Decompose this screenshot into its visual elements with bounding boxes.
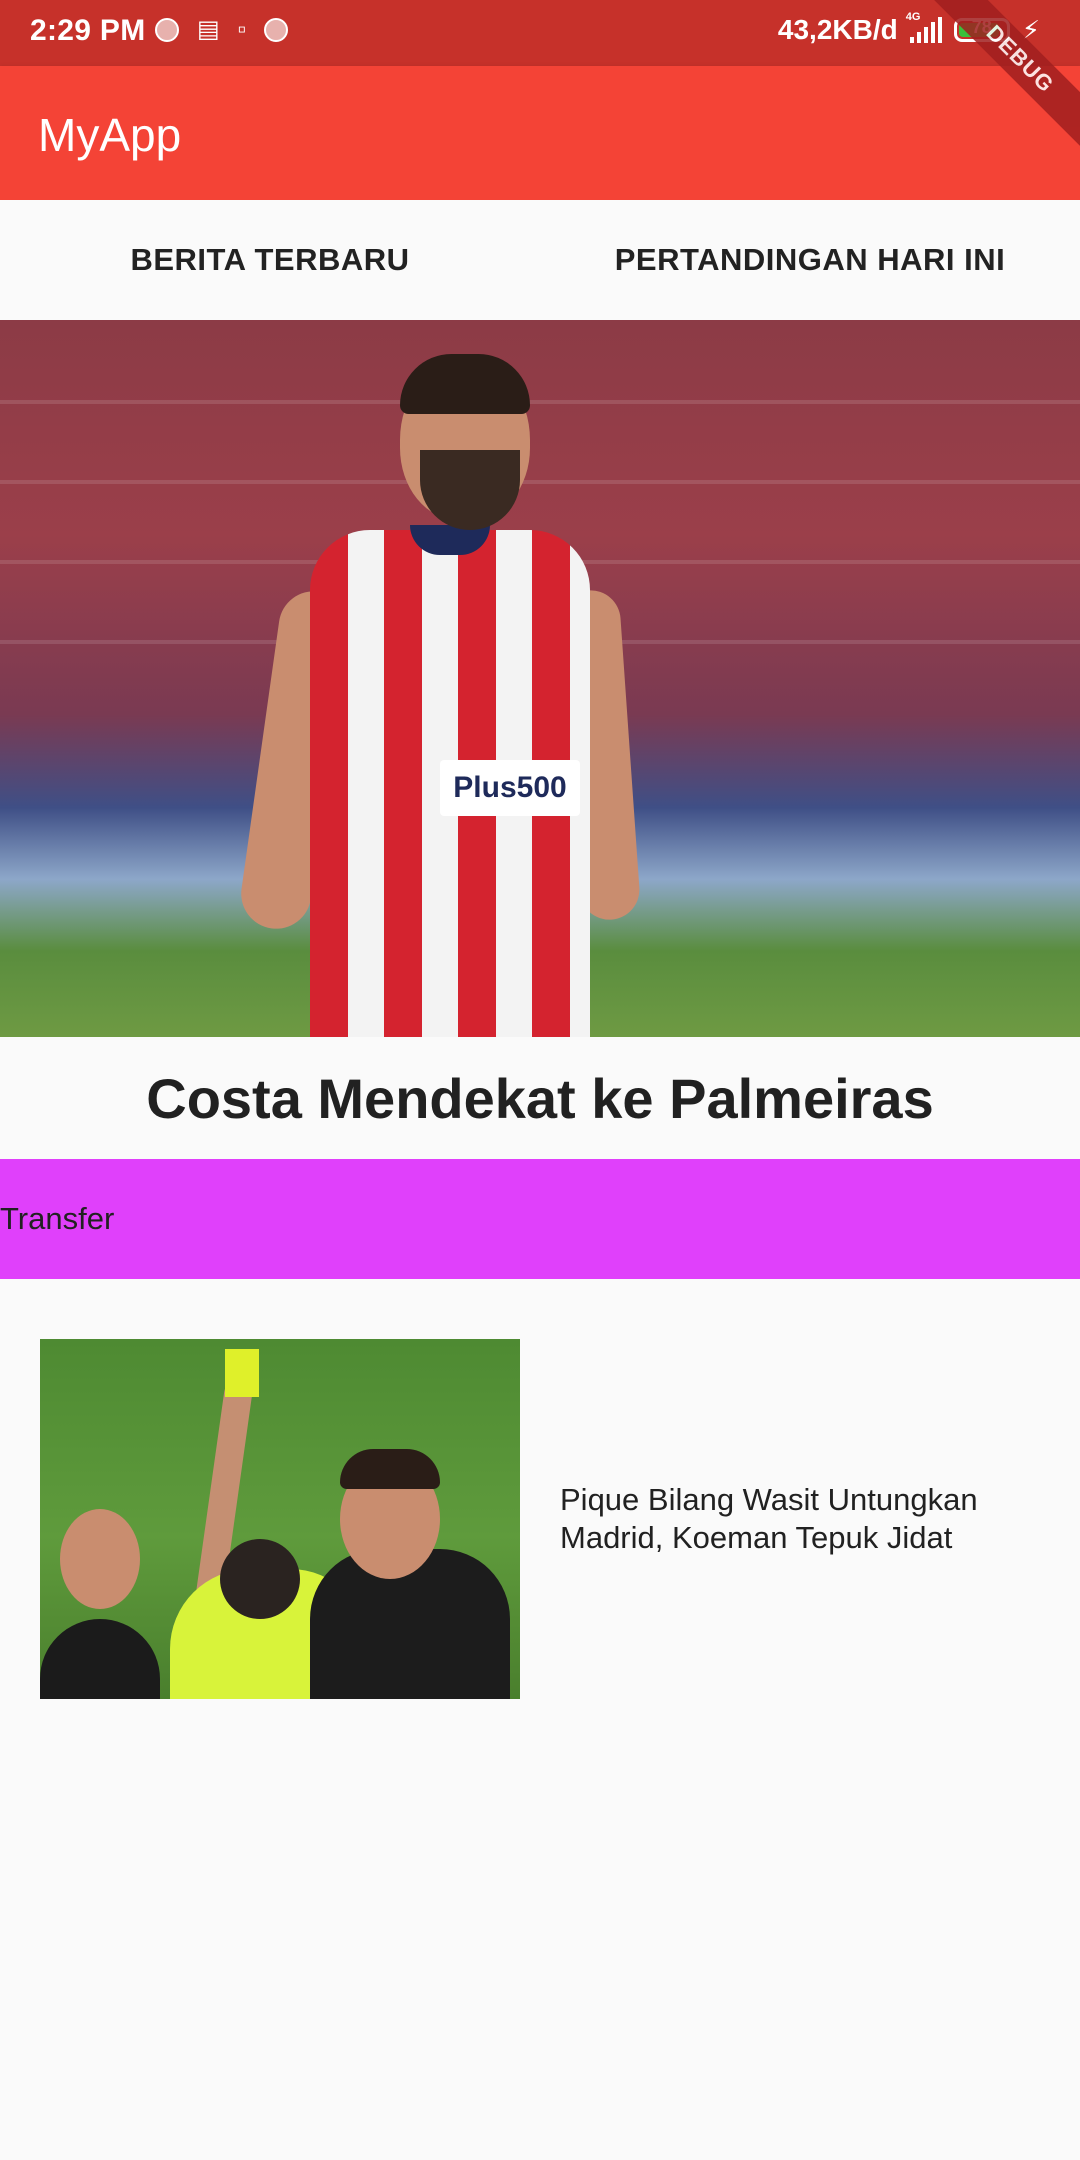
tab-bar: BERITA TERBARU PERTANDINGAN HARI INI: [0, 200, 1080, 320]
notification-icon: [155, 18, 179, 42]
featured-headline[interactable]: Costa Mendekat ke Palmeiras: [0, 1037, 1080, 1159]
network-speed: 43,2KB/d: [777, 14, 898, 45]
news-title: Pique Bilang Wasit Untungkan Madrid, Koe…: [560, 1482, 978, 1555]
news-thumbnail: [40, 1339, 520, 1699]
trash-icon: ▫: [237, 16, 247, 43]
status-time: 2:29 PM: [30, 14, 146, 47]
category-bar: Transfer: [0, 1159, 1080, 1279]
tab-pertandingan-hari-ini[interactable]: PERTANDINGAN HARI INI: [540, 200, 1080, 320]
category-label: Transfer: [0, 1201, 115, 1236]
list-item[interactable]: Pique Bilang Wasit Untungkan Madrid, Koe…: [40, 1339, 1040, 1699]
yellow-card-icon: [225, 1349, 259, 1397]
signal-icon: 4G: [906, 11, 942, 43]
app-title: MyApp: [38, 109, 182, 161]
featured-image[interactable]: Plus500: [0, 320, 1080, 1037]
network-type: 4G: [905, 11, 921, 23]
sponsor-logo: Plus500: [440, 760, 580, 816]
app-bar: MyApp: [0, 66, 1080, 200]
status-bar: 2:29 PM ▤ ▫ 43,2KB/d 4G 78 ⚡: [0, 0, 1080, 66]
shopping-bag-icon: ▤: [197, 16, 220, 43]
notification-icon: [264, 18, 289, 42]
tab-berita-terbaru[interactable]: BERITA TERBARU: [0, 200, 540, 320]
notification-icons: ▤ ▫: [155, 16, 289, 43]
player-figure: Plus500: [236, 354, 642, 1037]
